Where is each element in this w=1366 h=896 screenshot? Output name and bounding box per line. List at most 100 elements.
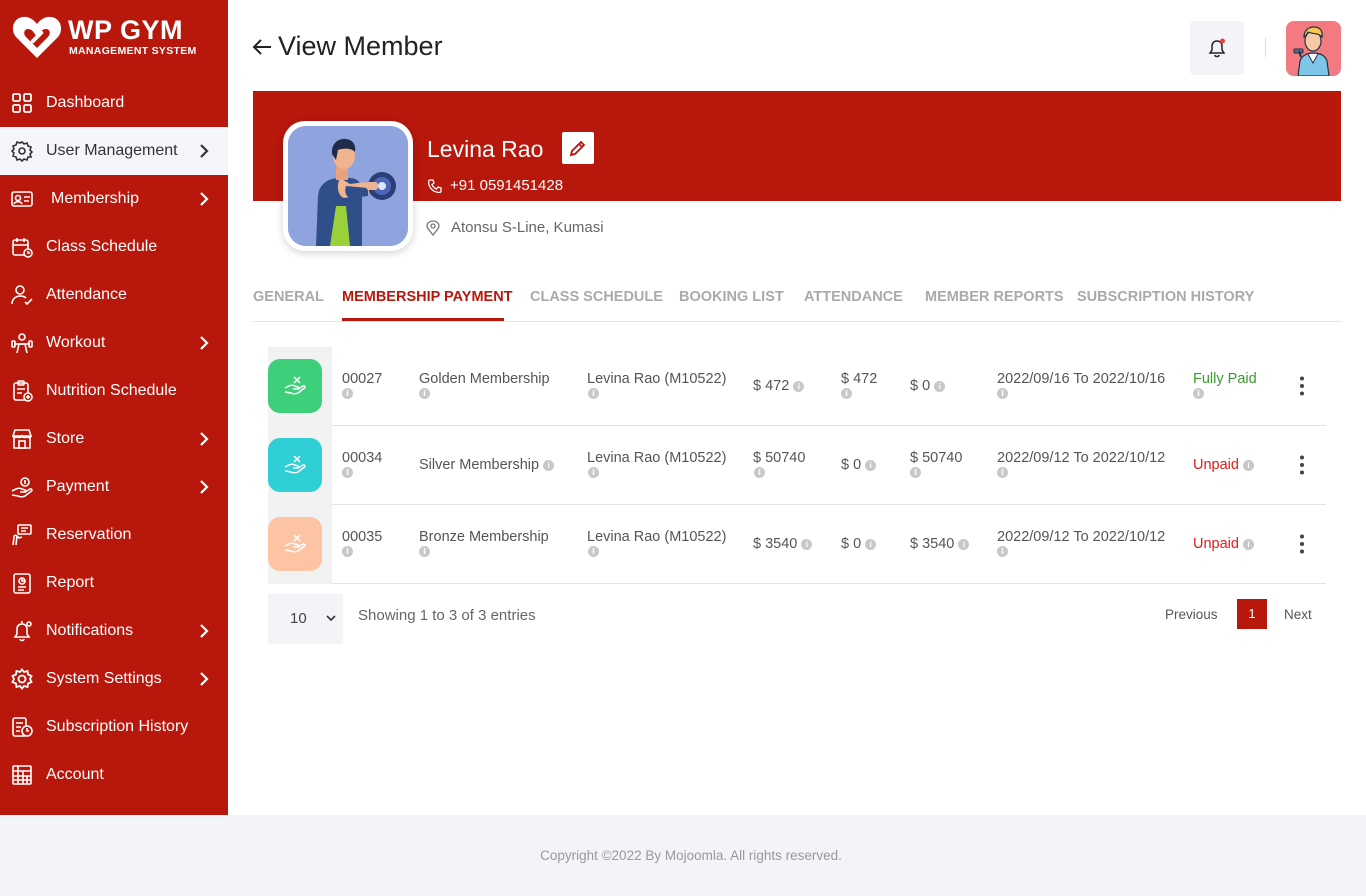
sidebar-item-account[interactable]: Account xyxy=(0,751,228,799)
tab-member-reports[interactable]: MEMBER REPORTS xyxy=(925,288,1064,306)
sidebar-item-subscription-history[interactable]: Subscription History xyxy=(0,703,228,751)
page-size-value: 10 xyxy=(290,610,307,627)
info-icon[interactable]: i xyxy=(997,388,1008,399)
tab-attendance[interactable]: ATTENDANCE xyxy=(804,288,903,306)
info-icon[interactable]: i xyxy=(342,467,353,478)
reservation-icon xyxy=(12,524,32,546)
membership-name: Silver Membership xyxy=(419,457,540,473)
info-icon[interactable]: i xyxy=(419,388,430,399)
more-vert-icon[interactable] xyxy=(1300,455,1304,475)
sidebar-nav: Dashboard User Management Membership Cla… xyxy=(0,79,228,799)
info-icon[interactable]: i xyxy=(754,467,765,478)
info-icon[interactable]: i xyxy=(865,538,877,550)
info-icon[interactable]: i xyxy=(342,546,353,557)
sidebar-item-nutrition-schedule[interactable]: Nutrition Schedule xyxy=(0,367,228,415)
paid-cell: $ 0 i xyxy=(841,535,877,553)
sidebar-item-store[interactable]: Store xyxy=(0,415,228,463)
sidebar-item-payment[interactable]: Payment xyxy=(0,463,228,511)
due-value: $ 50740 xyxy=(910,450,963,466)
info-icon[interactable]: i xyxy=(1242,538,1254,550)
member-phone: +91 0591451428 xyxy=(450,177,564,194)
sidebar-item-workout[interactable]: Workout xyxy=(0,319,228,367)
sidebar-item-label: Store xyxy=(46,430,85,447)
member-name-cell: Levina Rao (M10522) xyxy=(587,450,727,466)
info-icon[interactable]: i xyxy=(865,459,877,471)
info-icon[interactable]: i xyxy=(543,459,555,471)
info-icon[interactable]: i xyxy=(588,546,599,557)
sidebar-item-reservation[interactable]: Reservation xyxy=(0,511,228,559)
info-icon[interactable]: i xyxy=(934,380,946,392)
tab-subscription-history[interactable]: SUBSCRIPTION HISTORY xyxy=(1077,288,1254,306)
page-number-button[interactable]: 1 xyxy=(1237,599,1267,629)
info-icon[interactable]: i xyxy=(1193,388,1204,399)
more-vert-icon[interactable] xyxy=(1300,534,1304,554)
brand-logo[interactable]: WP GYM MANAGEMENT SYSTEM xyxy=(12,14,222,62)
membership-name: Golden Membership xyxy=(419,371,550,387)
pencil-icon xyxy=(569,140,586,157)
period-cell: 2022/09/12 To 2022/10/12 xyxy=(997,450,1166,466)
chevron-right-icon xyxy=(200,624,209,638)
sidebar-item-notifications[interactable]: Notifications xyxy=(0,607,228,655)
info-icon[interactable]: i xyxy=(997,546,1008,557)
user-avatar[interactable] xyxy=(1286,21,1341,76)
sidebar-item-user-management[interactable]: User Management xyxy=(0,127,228,175)
info-icon[interactable]: i xyxy=(997,467,1008,478)
tab-class-schedule[interactable]: CLASS SCHEDULE xyxy=(530,288,663,306)
sidebar-item-class-schedule[interactable]: Class Schedule xyxy=(0,223,228,271)
previous-page-button[interactable]: Previous xyxy=(1165,607,1218,622)
membership-badge xyxy=(268,438,322,492)
info-icon[interactable]: i xyxy=(841,388,852,399)
hand-money-icon xyxy=(11,477,33,498)
users-gear-icon xyxy=(11,140,33,162)
more-vert-icon[interactable] xyxy=(1300,376,1304,396)
info-icon[interactable]: i xyxy=(801,538,813,550)
info-icon[interactable]: i xyxy=(793,380,805,392)
id-card-icon xyxy=(11,191,33,207)
membership-name: Bronze Membership xyxy=(419,529,549,545)
status-badge: Unpaid xyxy=(1193,536,1239,552)
notification-button[interactable] xyxy=(1190,21,1244,75)
info-icon[interactable]: i xyxy=(1242,459,1254,471)
sidebar-item-attendance[interactable]: Attendance xyxy=(0,271,228,319)
back-arrow-icon[interactable] xyxy=(252,37,272,57)
info-icon[interactable]: i xyxy=(910,467,921,478)
payment-id: 00034 xyxy=(342,450,383,466)
edit-member-button[interactable] xyxy=(562,132,594,164)
sidebar-item-label: Nutrition Schedule xyxy=(46,382,177,399)
active-tab-indicator xyxy=(342,318,504,321)
sidebar-item-label: Notifications xyxy=(46,622,134,639)
grid-icon xyxy=(12,93,32,113)
row-icon-cell xyxy=(268,347,332,426)
sidebar: WP GYM MANAGEMENT SYSTEM Dashboard User … xyxy=(0,0,228,815)
sidebar-item-system-settings[interactable]: System Settings xyxy=(0,655,228,703)
info-icon[interactable]: i xyxy=(342,388,353,399)
amount-value: $ 472 xyxy=(753,378,790,394)
sidebar-item-membership[interactable]: Membership xyxy=(0,175,228,223)
user-check-icon xyxy=(11,285,33,306)
location-pin-icon xyxy=(426,220,440,236)
info-icon[interactable]: i xyxy=(588,467,599,478)
hand-money-icon xyxy=(284,455,306,474)
next-page-button[interactable]: Next xyxy=(1284,607,1312,622)
info-icon[interactable]: i xyxy=(958,538,970,550)
table-row: 00034 i Silver Membership i Levina Rao (… xyxy=(268,426,1326,505)
status-cell: Unpaid i xyxy=(1193,535,1254,553)
row-icon-cell xyxy=(268,505,332,584)
tab-general[interactable]: GENERAL xyxy=(253,288,324,306)
hand-money-icon xyxy=(284,534,306,553)
paid-amount: $ 472 xyxy=(841,371,878,387)
paid-cell: $ 0 i xyxy=(841,456,877,474)
chevron-right-icon xyxy=(200,672,209,686)
tab-booking-list[interactable]: BOOKING LIST xyxy=(679,288,784,306)
due-value: $ 0 xyxy=(910,378,931,394)
chevron-right-icon xyxy=(200,144,209,158)
info-icon[interactable]: i xyxy=(419,546,430,557)
sidebar-item-dashboard[interactable]: Dashboard xyxy=(0,79,228,127)
tab-membership-payment[interactable]: MEMBERSHIP PAYMENT xyxy=(342,288,513,306)
info-icon[interactable]: i xyxy=(588,388,599,399)
account-icon xyxy=(12,765,32,785)
sidebar-item-report[interactable]: Report xyxy=(0,559,228,607)
sidebar-item-label: System Settings xyxy=(46,670,162,687)
page-size-select[interactable]: 10 xyxy=(268,594,343,644)
member-photo-icon xyxy=(288,126,408,246)
